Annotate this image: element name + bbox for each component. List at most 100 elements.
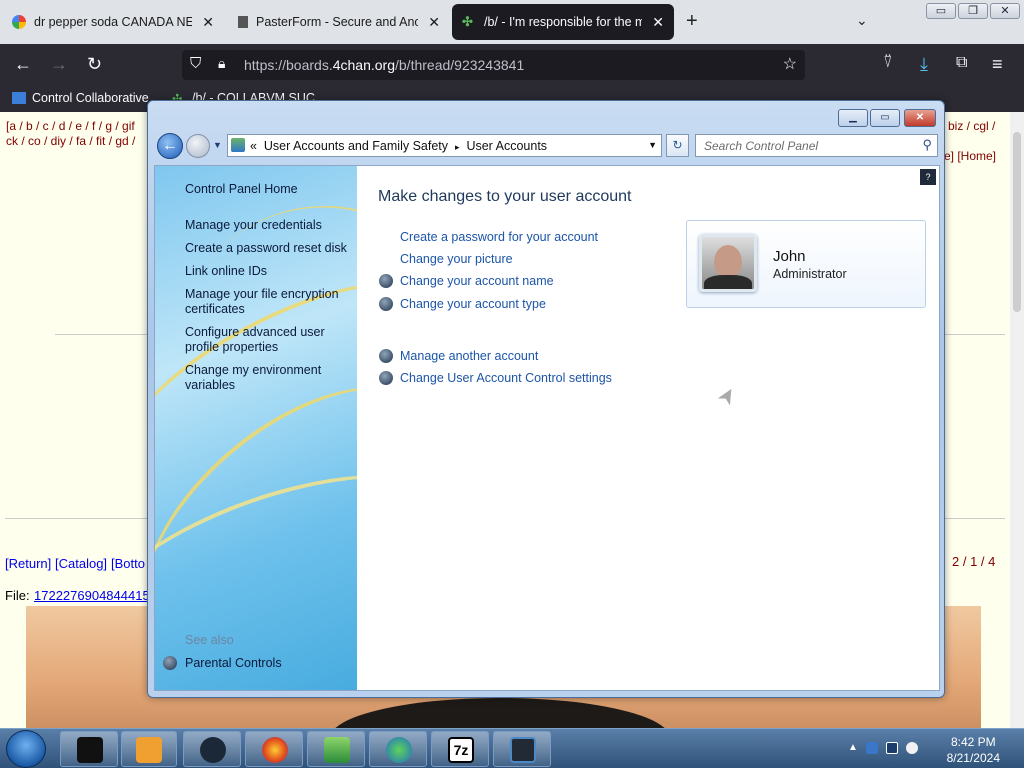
change-picture-link[interactable]: Change your picture xyxy=(400,251,513,267)
advanced-profile-properties-link[interactable]: Configure advanced user profile properti… xyxy=(185,325,345,355)
taskbar-firefox[interactable] xyxy=(245,731,303,767)
cp-maximize-button[interactable]: ▭ xyxy=(870,109,900,127)
recent-pages-dropdown-icon[interactable]: ▼ xyxy=(213,140,222,150)
media-player-icon xyxy=(136,737,162,763)
4chan-clover-icon: ✣ xyxy=(462,14,473,29)
close-tab-icon[interactable]: ✕ xyxy=(652,14,664,31)
taskbar-7zip[interactable]: 7z xyxy=(431,731,489,767)
back-arrow-icon[interactable]: ← xyxy=(14,54,32,75)
cp-address-bar[interactable]: « User Accounts and Family Safety ▸ User… xyxy=(227,134,662,157)
taskbar-file-manager[interactable] xyxy=(307,731,365,767)
avatar[interactable] xyxy=(699,234,757,292)
breadcrumb-separator-icon[interactable]: ▸ xyxy=(455,142,460,152)
environment-variables-link[interactable]: Change my environment variables xyxy=(185,363,345,393)
breadcrumb-overflow[interactable]: « xyxy=(250,139,257,153)
parental-controls-link[interactable]: Parental Controls xyxy=(185,656,282,671)
url-path: /b/thread/923243841 xyxy=(395,57,525,73)
return-link[interactable]: [Return] xyxy=(5,556,51,571)
control-panel-home-link[interactable]: Control Panel Home xyxy=(185,182,298,197)
password-reset-disk-link[interactable]: Create a password reset disk xyxy=(185,241,347,256)
volume-icon[interactable] xyxy=(906,742,918,754)
home-link[interactable]: e] [Home] xyxy=(944,149,996,163)
tab-pasterform[interactable]: PasterForm - Secure and Anony ✕ xyxy=(228,4,450,40)
bottom-link[interactable]: [Botto xyxy=(111,556,145,571)
url-bar[interactable]: ⛉ 🔒︎ https://boards.4chan.org/b/thread/9… xyxy=(182,50,805,80)
board-links-top[interactable]: [a / b / c / d / e / f / g / gif xyxy=(6,119,135,133)
clock-time: 8:42 PM xyxy=(950,735,996,749)
list-tabs-chevron-icon[interactable]: ⌄ xyxy=(856,12,868,29)
board-links-right[interactable]: biz / cgl / xyxy=(948,119,995,133)
clock[interactable]: 8:42 PM 8/21/2024 xyxy=(947,734,1000,766)
taskbar-media-player[interactable] xyxy=(121,731,177,767)
network-icon[interactable] xyxy=(886,742,898,754)
tab-title: /b/ - I'm responsible for the ma xyxy=(484,15,643,29)
create-password-link[interactable]: Create a password for your account xyxy=(400,229,598,245)
bookmark-control-collaborative[interactable]: Control Collaborative xyxy=(32,91,149,105)
bookmark-star-icon[interactable]: ☆ xyxy=(783,54,797,74)
pocket-icon[interactable]: ⍢ xyxy=(883,54,893,72)
tracking-shield-icon[interactable]: ⛉ xyxy=(190,55,201,72)
reload-icon[interactable]: ↻ xyxy=(87,54,102,75)
cp-breadcrumb: « User Accounts and Family Safety ▸ User… xyxy=(250,139,547,153)
taskbar-remote-desktop[interactable] xyxy=(493,731,551,767)
control-panel-icon xyxy=(231,138,245,152)
cp-content: Control Panel Home Manage your credentia… xyxy=(154,165,940,691)
user-name: John xyxy=(773,248,806,265)
browser-tab-bar: dr pepper soda CANADA NEAR ✕ PasterForm … xyxy=(0,0,1024,44)
taskbar-download-manager[interactable] xyxy=(369,731,427,767)
change-account-name-link[interactable]: Change your account name xyxy=(400,273,554,289)
start-button[interactable] xyxy=(6,730,46,768)
steam-icon xyxy=(200,737,226,763)
lock-icon[interactable]: 🔒︎ xyxy=(218,55,225,72)
search-placeholder: Search Control Panel xyxy=(704,139,819,153)
cp-search-input[interactable]: Search Control Panel ⚲ xyxy=(695,134,938,157)
manage-credentials-link[interactable]: Manage your credentials xyxy=(185,218,322,233)
file-name-link[interactable]: 1722276904844415 xyxy=(34,588,150,603)
catalog-link[interactable]: [Catalog] xyxy=(55,556,107,571)
uac-shield-icon xyxy=(379,297,393,311)
show-hidden-icons-icon[interactable]: ▲ xyxy=(848,742,860,754)
file-encryption-certificates-link[interactable]: Manage your file encryption certificates xyxy=(185,287,350,317)
new-tab-button[interactable]: + xyxy=(686,10,698,33)
breadcrumb-user-accounts[interactable]: User Accounts xyxy=(466,139,547,153)
cp-forward-button[interactable] xyxy=(186,134,210,158)
close-window-button[interactable]: ✕ xyxy=(990,3,1020,19)
cp-close-button[interactable]: ✕ xyxy=(904,109,936,127)
link-online-ids-link[interactable]: Link online IDs xyxy=(185,264,267,279)
minimize-button[interactable]: ▭ xyxy=(926,3,956,19)
search-icon[interactable]: ⚲ xyxy=(922,137,932,153)
download-manager-icon xyxy=(386,737,412,763)
menu-icon[interactable]: ≡ xyxy=(992,54,1003,75)
close-tab-icon[interactable]: ✕ xyxy=(428,14,440,31)
taskbar-terminal[interactable] xyxy=(60,731,118,767)
taskbar-steam[interactable] xyxy=(183,731,241,767)
page-scrollbar[interactable] xyxy=(1010,112,1024,728)
restore-button[interactable]: ❐ xyxy=(958,3,988,19)
board-links-second[interactable]: ck / co / diy / fa / fit / gd / xyxy=(6,134,135,148)
download-icon[interactable]: ⤓ xyxy=(920,54,928,75)
tab-google-search[interactable]: dr pepper soda CANADA NEAR ✕ xyxy=(2,4,224,40)
extensions-icon[interactable]: ⧉ xyxy=(956,54,967,72)
system-tray: ▲ 8:42 PM 8/21/2024 xyxy=(834,729,1024,768)
cp-back-button[interactable]: ← xyxy=(157,133,183,159)
close-tab-icon[interactable]: ✕ xyxy=(202,14,214,31)
file-manager-icon xyxy=(324,737,350,763)
forward-arrow-icon[interactable]: → xyxy=(50,54,68,75)
cp-refresh-button[interactable]: ↻ xyxy=(666,134,689,157)
url-text[interactable]: https://boards.4chan.org/b/thread/923243… xyxy=(244,57,524,73)
remote-desktop-icon xyxy=(510,737,536,763)
help-icon[interactable]: ? xyxy=(920,169,936,185)
page-numbers[interactable]: 2 / 1 / 4 xyxy=(952,554,995,569)
scrollbar-thumb[interactable] xyxy=(1013,132,1021,312)
taskbar: 7z ▲ 8:42 PM 8/21/2024 xyxy=(0,728,1024,768)
tray-app-icon[interactable] xyxy=(866,742,878,754)
address-dropdown-icon[interactable]: ▼ xyxy=(648,140,657,150)
cp-minimize-button[interactable]: ▁ xyxy=(838,109,868,127)
file-label: File: xyxy=(5,588,30,603)
uac-settings-link[interactable]: Change User Account Control settings xyxy=(400,370,612,386)
manage-another-account-link[interactable]: Manage another account xyxy=(400,348,538,364)
breadcrumb-user-accounts-family-safety[interactable]: User Accounts and Family Safety xyxy=(264,139,448,153)
change-account-type-link[interactable]: Change your account type xyxy=(400,296,546,312)
monitor-icon xyxy=(12,92,26,104)
tab-4chan-thread[interactable]: ✣ /b/ - I'm responsible for the ma ✕ xyxy=(452,4,674,40)
